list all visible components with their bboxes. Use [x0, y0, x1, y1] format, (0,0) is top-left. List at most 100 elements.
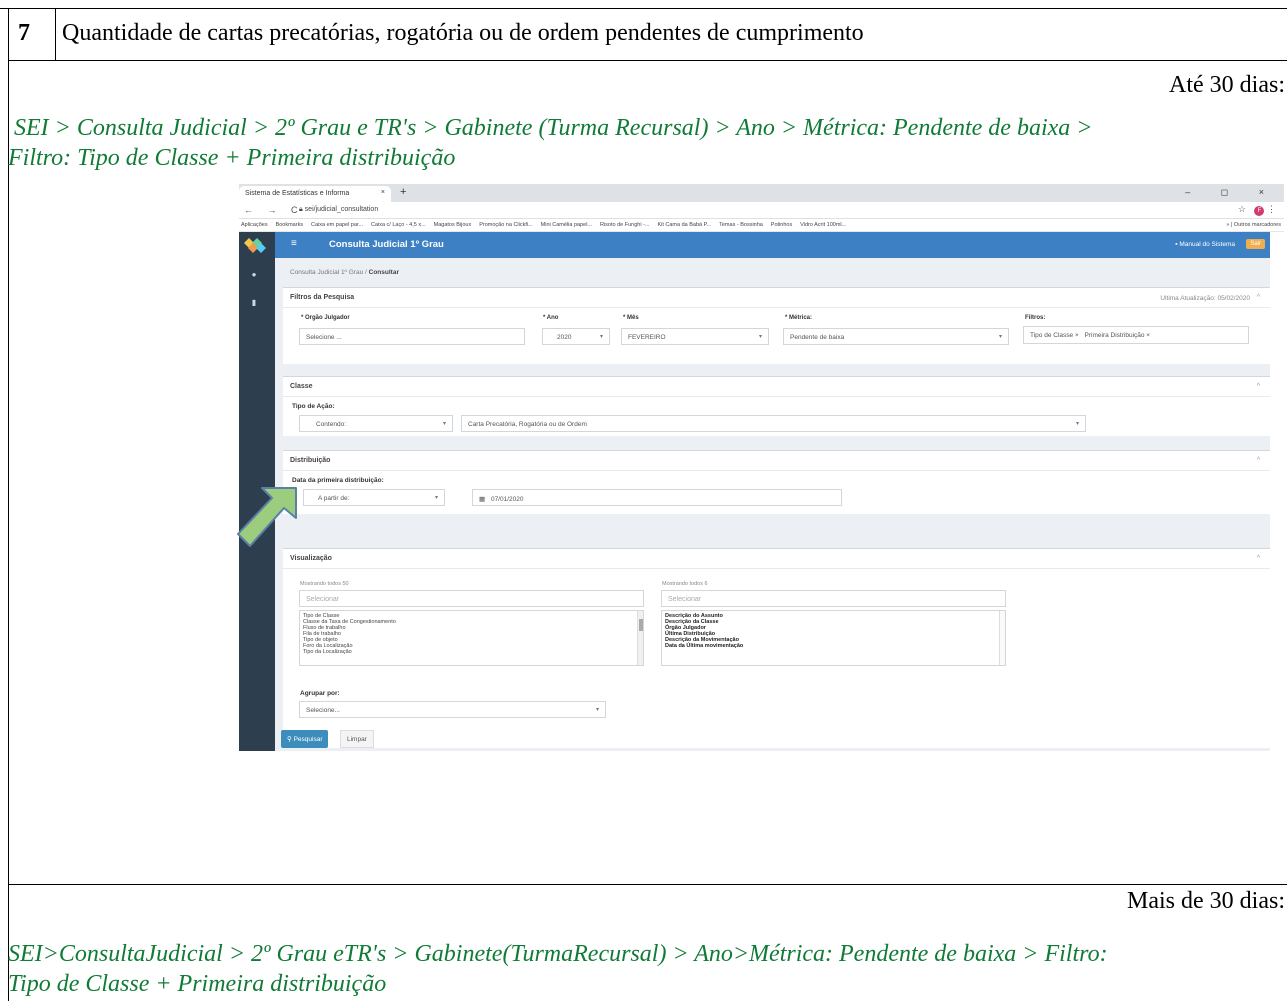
tipo-acao-label: Tipo de Ação: — [292, 403, 335, 410]
bookmark-item[interactable]: Bookmarks — [276, 222, 304, 228]
ano-select[interactable]: 2020 ▾ — [542, 328, 610, 345]
tab-title: Sistema de Estatísticas e Informa — [245, 190, 350, 197]
address-actions: ☆ F ⋮ — [1238, 204, 1276, 216]
profile-avatar[interactable]: F — [1254, 206, 1265, 216]
agrupar-select[interactable]: Selecione... ▾ — [299, 701, 606, 718]
mes-select[interactable]: FEVEREIRO ▾ — [621, 328, 769, 345]
panel-divider — [283, 307, 1270, 308]
table-rule — [8, 60, 1287, 61]
item-title: Quantidade de cartas precatórias, rogató… — [62, 20, 864, 46]
chevron-down-icon: ▾ — [434, 495, 438, 501]
panel-title: Visualização — [290, 555, 332, 562]
breadcrumb: Consulta Judicial 1º Grau / Consultar — [290, 269, 399, 276]
filters-panel: Filtros da Pesquisa Ultima Atualização: … — [283, 287, 1270, 364]
window-controls[interactable]: – ◻ × — [1185, 187, 1278, 198]
bookmark-item[interactable]: Caixa c/ Laço - 4,5 x... — [371, 222, 426, 228]
collapse-icon[interactable]: ^ — [1257, 294, 1260, 301]
right-list-filter[interactable]: Selecionar — [661, 590, 1006, 607]
breadcrumb-separator: / — [365, 269, 367, 276]
search-button[interactable]: ⚲ Pesquisar — [281, 730, 329, 748]
left-list-caption: Mostrando todos 50 — [300, 581, 349, 587]
other-bookmarks[interactable]: » | Outros marcadores — [1222, 222, 1281, 228]
distribuicao-panel: Distribuição ^ Data da primeira distribu… — [283, 450, 1270, 514]
scrollbar[interactable] — [999, 611, 1005, 665]
panel-title: Classe — [290, 383, 313, 390]
app-title: Consulta Judicial 1º Grau — [329, 239, 444, 250]
chevron-down-icon: ▾ — [442, 421, 446, 427]
chevron-down-icon: ▾ — [599, 334, 603, 340]
filter-chip[interactable]: Primeira Distribuição × — [1085, 332, 1151, 339]
tipo-acao-select[interactable]: Carta Precatória, Rogatória ou de Ordem ▾ — [461, 415, 1086, 432]
dashboard-icon[interactable]: ● — [249, 270, 259, 280]
bookmark-item[interactable]: Potinhos — [771, 222, 792, 228]
path-line: Filtro: Tipo de Classe + Primeira distri… — [8, 145, 456, 171]
last-update: Ultima Atualização: 05/02/2020 — [1160, 295, 1250, 302]
bookmark-item[interactable]: Caixa em papel par... — [311, 222, 363, 228]
file-icon[interactable]: ▮ — [249, 298, 259, 308]
clear-button[interactable]: Limpar — [340, 730, 374, 748]
scrollbar[interactable] — [637, 611, 643, 665]
navigation-path: SEI > Consulta Judicial > 2º Grau e TR's… — [8, 113, 1274, 173]
ano-label: * Ano — [543, 315, 559, 321]
panel-title: Distribuição — [290, 457, 331, 464]
bookmarks-bar: Aplicações Bookmarks Caixa em papel par.… — [239, 219, 1284, 232]
right-list-caption: Mostrando todos 6 — [662, 581, 708, 587]
chevron-down-icon: ▾ — [998, 334, 1002, 340]
address-bar[interactable]: 🔒︎ sei/judicial_consultation — [299, 206, 378, 214]
right-column-list[interactable]: Descrição do Assunto Descrição da Classe… — [661, 610, 1006, 666]
bookmark-item[interactable]: Temas - Bossinha — [719, 222, 763, 228]
new-tab-icon[interactable]: + — [400, 186, 406, 198]
chevron-down-icon: ▾ — [595, 707, 599, 713]
breadcrumb-parent[interactable]: Consulta Judicial 1º Grau — [290, 269, 363, 276]
number-column-divider — [55, 8, 56, 60]
collapse-icon[interactable]: ^ — [1257, 383, 1260, 390]
chevron-down-icon: ▾ — [1075, 421, 1079, 427]
orgao-label: * Orgão Julgador — [301, 315, 350, 321]
orgao-select[interactable]: Selecione ... — [299, 328, 525, 345]
address-bar-row: ← → C 🔒︎ sei/judicial_consultation ☆ F ⋮ — [239, 202, 1284, 219]
navigation-path: SEI>ConsultaJudicial > 2º Grau eTR's > G… — [8, 939, 1274, 999]
bookmark-item[interactable]: Aplicações — [241, 222, 268, 228]
manual-link[interactable]: ▪ Manual do Sistema — [1175, 241, 1235, 248]
annotation-arrow-icon — [237, 487, 297, 547]
left-list-filter[interactable]: Selecionar — [299, 590, 644, 607]
path-line: SEI > Consulta Judicial > 2º Grau e TR's… — [14, 115, 1093, 141]
star-icon[interactable]: ☆ — [1238, 204, 1246, 214]
embedded-screenshot: Sistema de Estatísticas e Informa × + – … — [239, 184, 1284, 751]
collapse-icon[interactable]: ^ — [1257, 457, 1260, 464]
tipo-acao-operator-select[interactable]: Contendo: ▾ — [299, 415, 453, 432]
bookmark-item[interactable]: Kit Cama da Babá P... — [657, 222, 711, 228]
bookmark-item[interactable]: Promoção na Clickfi... — [479, 222, 533, 228]
app-logo — [244, 238, 266, 253]
close-icon[interactable]: × — [381, 189, 385, 196]
browser-tab[interactable]: Sistema de Estatísticas e Informa × — [239, 186, 391, 202]
date-input[interactable]: ▦ 07/01/2020 — [472, 489, 842, 506]
bookmark-item[interactable]: Magatos Bijoux — [434, 222, 472, 228]
menu-icon[interactable]: ⋮ — [1267, 204, 1276, 214]
filtros-multiselect[interactable]: Tipo de Classe × Primeira Distribuição × — [1023, 326, 1249, 344]
browser-tab-strip: Sistema de Estatísticas e Informa × + – … — [239, 184, 1284, 202]
logout-button[interactable]: Sair — [1246, 239, 1265, 249]
doc-border-top — [0, 8, 1287, 9]
list-item[interactable]: Data da Última movimentação — [665, 643, 1002, 649]
metrica-label: * Métrica: — [785, 315, 813, 321]
filter-chip[interactable]: Tipo de Classe × — [1030, 332, 1079, 339]
classe-panel: Classe ^ Tipo de Ação: Contendo: ▾ Carta … — [283, 376, 1270, 436]
scrollbar-thumb[interactable] — [639, 619, 643, 631]
panel-divider — [283, 568, 1270, 569]
nav-buttons[interactable]: ← → C — [244, 205, 304, 215]
bookmark-item[interactable]: Mini Camélia papel... — [541, 222, 592, 228]
date-operator-select[interactable]: A partir de: ▾ — [303, 489, 445, 506]
bookmark-item[interactable]: Vidro Acrit 100ml... — [800, 222, 846, 228]
breadcrumb-current: Consultar — [368, 269, 399, 276]
list-item[interactable]: Tipo da Localização — [303, 649, 640, 655]
left-column-list[interactable]: Tipo de Classe Classe da Taxa de Congest… — [299, 610, 644, 666]
panel-title: Filtros da Pesquisa — [290, 294, 355, 301]
bookmark-item[interactable]: Risoto de Funghi -... — [600, 222, 650, 228]
main-content: Consulta Judicial 1º Grau / Consultar Fi… — [275, 258, 1270, 751]
calendar-icon: ▦ — [479, 496, 487, 503]
menu-toggle-icon[interactable]: ≡ — [291, 238, 297, 249]
collapse-icon[interactable]: ^ — [1257, 555, 1260, 562]
panel-divider — [283, 396, 1270, 397]
metrica-select[interactable]: Pendente de baixa ▾ — [783, 328, 1009, 345]
